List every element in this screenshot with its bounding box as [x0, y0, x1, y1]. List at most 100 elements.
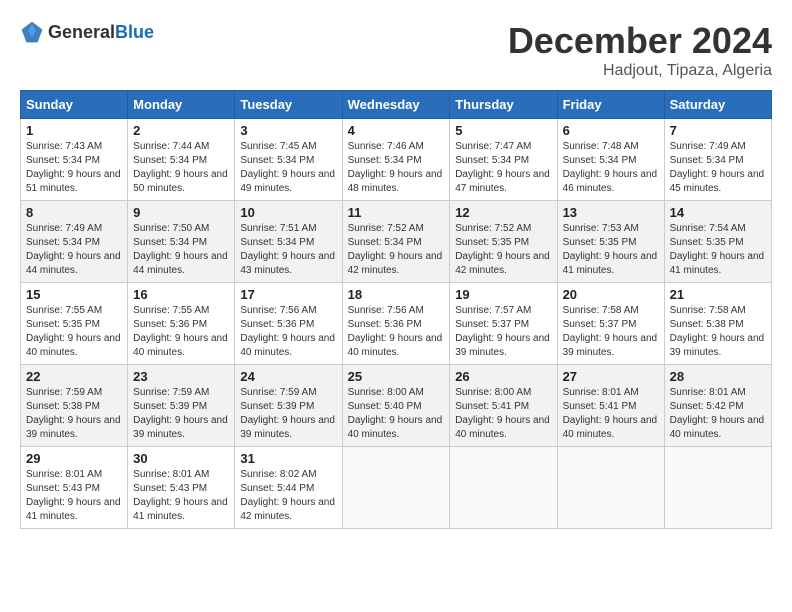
day-info: Sunrise: 8:02 AMSunset: 5:44 PMDaylight:… — [240, 468, 336, 524]
day-info: Sunrise: 7:58 AMSunset: 5:37 PMDaylight:… — [563, 304, 659, 360]
day-number: 14 — [670, 205, 766, 220]
day-info: Sunrise: 7:59 AMSunset: 5:39 PMDaylight:… — [240, 386, 336, 442]
calendar-cell: 30 Sunrise: 8:01 AMSunset: 5:43 PMDayligh… — [128, 447, 235, 529]
calendar-cell: 9 Sunrise: 7:50 AMSunset: 5:34 PMDaylight… — [128, 201, 235, 283]
calendar-cell — [342, 447, 450, 529]
header-tuesday: Tuesday — [235, 91, 342, 119]
logo-general: General — [48, 22, 115, 42]
header-friday: Friday — [557, 91, 664, 119]
day-number: 16 — [133, 287, 229, 302]
day-number: 3 — [240, 123, 336, 138]
calendar-cell: 10 Sunrise: 7:51 AMSunset: 5:34 PMDayligh… — [235, 201, 342, 283]
page-header: GeneralBlue December 2024 Hadjout, Tipaz… — [20, 20, 772, 80]
header-saturday: Saturday — [664, 91, 771, 119]
calendar-cell: 1 Sunrise: 7:43 AMSunset: 5:34 PMDaylight… — [21, 119, 128, 201]
day-number: 28 — [670, 369, 766, 384]
day-number: 10 — [240, 205, 336, 220]
calendar-cell: 13Sunrise: 7:53 AMSunset: 5:35 PMDayligh… — [557, 201, 664, 283]
calendar-cell: 18 Sunrise: 7:56 AMSunset: 5:36 PMDayligh… — [342, 283, 450, 365]
day-number: 15 — [26, 287, 122, 302]
day-info: Sunrise: 7:47 AMSunset: 5:34 PMDaylight:… — [455, 140, 551, 196]
calendar-cell: 7Sunrise: 7:49 AMSunset: 5:34 PMDaylight… — [664, 119, 771, 201]
calendar-cell: 27Sunrise: 8:01 AMSunset: 5:41 PMDayligh… — [557, 365, 664, 447]
day-info: Sunrise: 7:58 AMSunset: 5:38 PMDaylight:… — [670, 304, 766, 360]
day-number: 31 — [240, 451, 336, 466]
calendar-cell — [664, 447, 771, 529]
day-number: 7 — [670, 123, 766, 138]
calendar-cell: 24Sunrise: 7:59 AMSunset: 5:39 PMDayligh… — [235, 365, 342, 447]
calendar-table: SundayMondayTuesdayWednesdayThursdayFrid… — [20, 90, 772, 529]
calendar-week-5: 29 Sunrise: 8:01 AMSunset: 5:43 PMDayligh… — [21, 447, 772, 529]
month-title: December 2024 — [508, 20, 772, 62]
title-block: December 2024 Hadjout, Tipaza, Algeria — [508, 20, 772, 80]
calendar-cell: 22 Sunrise: 7:59 AMSunset: 5:38 PMDayligh… — [21, 365, 128, 447]
day-number: 12 — [455, 205, 551, 220]
calendar-cell: 16Sunrise: 7:55 AMSunset: 5:36 PMDayligh… — [128, 283, 235, 365]
day-number: 8 — [26, 205, 122, 220]
calendar-cell: 23 Sunrise: 7:59 AMSunset: 5:39 PMDayligh… — [128, 365, 235, 447]
calendar-cell: 4Sunrise: 7:46 AMSunset: 5:34 PMDaylight… — [342, 119, 450, 201]
day-number: 22 — [26, 369, 122, 384]
calendar-cell: 15 Sunrise: 7:55 AMSunset: 5:35 PMDayligh… — [21, 283, 128, 365]
day-info: Sunrise: 8:01 AMSunset: 5:42 PMDaylight:… — [670, 386, 766, 442]
calendar-week-3: 15 Sunrise: 7:55 AMSunset: 5:35 PMDayligh… — [21, 283, 772, 365]
calendar-cell: 21 Sunrise: 7:58 AMSunset: 5:38 PMDayligh… — [664, 283, 771, 365]
calendar-cell: 28 Sunrise: 8:01 AMSunset: 5:42 PMDayligh… — [664, 365, 771, 447]
day-number: 29 — [26, 451, 122, 466]
calendar-header-row: SundayMondayTuesdayWednesdayThursdayFrid… — [21, 91, 772, 119]
logo-text: GeneralBlue — [48, 22, 154, 43]
day-number: 23 — [133, 369, 229, 384]
day-info: Sunrise: 7:50 AMSunset: 5:34 PMDaylight:… — [133, 222, 229, 278]
calendar-week-1: 1 Sunrise: 7:43 AMSunset: 5:34 PMDaylight… — [21, 119, 772, 201]
calendar-cell: 25Sunrise: 8:00 AMSunset: 5:40 PMDayligh… — [342, 365, 450, 447]
day-info: Sunrise: 7:56 AMSunset: 5:36 PMDaylight:… — [240, 304, 336, 360]
header-wednesday: Wednesday — [342, 91, 450, 119]
calendar-cell: 11Sunrise: 7:52 AMSunset: 5:34 PMDayligh… — [342, 201, 450, 283]
calendar-cell: 5Sunrise: 7:47 AMSunset: 5:34 PMDaylight… — [450, 119, 557, 201]
day-info: Sunrise: 7:45 AMSunset: 5:34 PMDaylight:… — [240, 140, 336, 196]
day-number: 9 — [133, 205, 229, 220]
day-number: 30 — [133, 451, 229, 466]
logo-icon — [20, 20, 44, 44]
day-info: Sunrise: 7:44 AMSunset: 5:34 PMDaylight:… — [133, 140, 229, 196]
calendar-cell: 31 Sunrise: 8:02 AMSunset: 5:44 PMDayligh… — [235, 447, 342, 529]
day-info: Sunrise: 7:57 AMSunset: 5:37 PMDaylight:… — [455, 304, 551, 360]
day-number: 20 — [563, 287, 659, 302]
calendar-cell: 12 Sunrise: 7:52 AMSunset: 5:35 PMDayligh… — [450, 201, 557, 283]
calendar-cell: 2 Sunrise: 7:44 AMSunset: 5:34 PMDaylight… — [128, 119, 235, 201]
day-number: 6 — [563, 123, 659, 138]
calendar-cell: 8Sunrise: 7:49 AMSunset: 5:34 PMDaylight… — [21, 201, 128, 283]
day-number: 1 — [26, 123, 122, 138]
day-info: Sunrise: 7:43 AMSunset: 5:34 PMDaylight:… — [26, 140, 122, 196]
header-thursday: Thursday — [450, 91, 557, 119]
header-monday: Monday — [128, 91, 235, 119]
calendar-cell: 17 Sunrise: 7:56 AMSunset: 5:36 PMDayligh… — [235, 283, 342, 365]
day-number: 26 — [455, 369, 551, 384]
calendar-cell: 6Sunrise: 7:48 AMSunset: 5:34 PMDaylight… — [557, 119, 664, 201]
day-info: Sunrise: 7:55 AMSunset: 5:35 PMDaylight:… — [26, 304, 122, 360]
day-info: Sunrise: 8:01 AMSunset: 5:43 PMDaylight:… — [26, 468, 122, 524]
day-number: 17 — [240, 287, 336, 302]
day-info: Sunrise: 8:00 AMSunset: 5:41 PMDaylight:… — [455, 386, 551, 442]
day-number: 11 — [348, 205, 445, 220]
calendar-cell: 26 Sunrise: 8:00 AMSunset: 5:41 PMDayligh… — [450, 365, 557, 447]
day-info: Sunrise: 7:59 AMSunset: 5:38 PMDaylight:… — [26, 386, 122, 442]
calendar-cell: 3 Sunrise: 7:45 AMSunset: 5:34 PMDaylight… — [235, 119, 342, 201]
day-number: 25 — [348, 369, 445, 384]
day-info: Sunrise: 7:59 AMSunset: 5:39 PMDaylight:… — [133, 386, 229, 442]
day-number: 2 — [133, 123, 229, 138]
day-info: Sunrise: 8:01 AMSunset: 5:43 PMDaylight:… — [133, 468, 229, 524]
calendar-cell: 20 Sunrise: 7:58 AMSunset: 5:37 PMDayligh… — [557, 283, 664, 365]
calendar-cell — [450, 447, 557, 529]
day-info: Sunrise: 8:01 AMSunset: 5:41 PMDaylight:… — [563, 386, 659, 442]
day-number: 19 — [455, 287, 551, 302]
day-info: Sunrise: 7:56 AMSunset: 5:36 PMDaylight:… — [348, 304, 445, 360]
day-info: Sunrise: 7:51 AMSunset: 5:34 PMDaylight:… — [240, 222, 336, 278]
calendar-cell: 14Sunrise: 7:54 AMSunset: 5:35 PMDayligh… — [664, 201, 771, 283]
calendar-week-2: 8Sunrise: 7:49 AMSunset: 5:34 PMDaylight… — [21, 201, 772, 283]
day-number: 18 — [348, 287, 445, 302]
calendar-cell: 29 Sunrise: 8:01 AMSunset: 5:43 PMDayligh… — [21, 447, 128, 529]
day-number: 21 — [670, 287, 766, 302]
day-info: Sunrise: 7:52 AMSunset: 5:35 PMDaylight:… — [455, 222, 551, 278]
calendar-week-4: 22 Sunrise: 7:59 AMSunset: 5:38 PMDayligh… — [21, 365, 772, 447]
